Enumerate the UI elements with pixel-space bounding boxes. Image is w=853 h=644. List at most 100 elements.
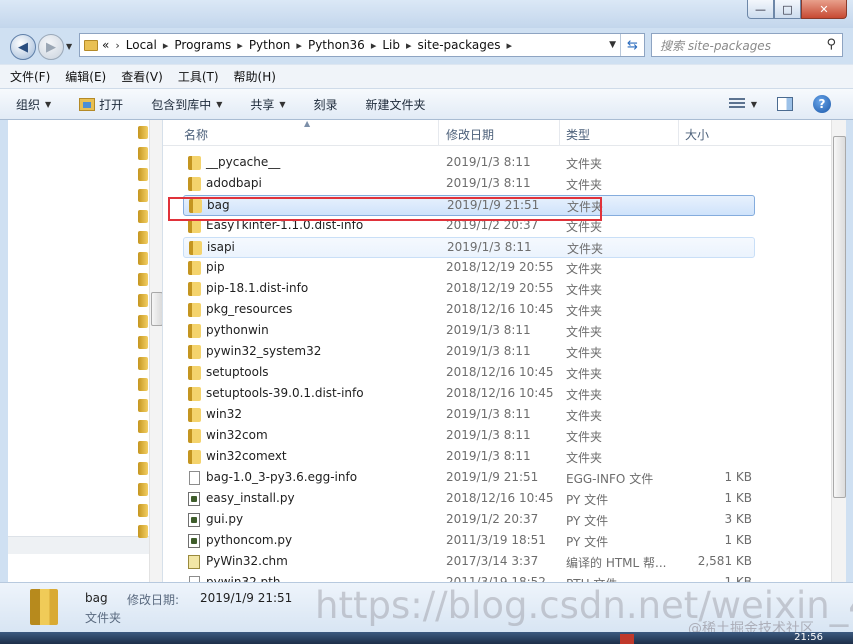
file-row[interactable]: pywin32_system32 2019/1/3 8:11 文件夹	[183, 342, 755, 363]
nav-folder-icon[interactable]	[138, 420, 148, 433]
breadcrumb-item[interactable]: Python36	[308, 38, 365, 52]
forward-button[interactable]: ▶	[38, 34, 64, 60]
taskbar-app-icon[interactable]	[620, 634, 634, 644]
minimize-button[interactable]: —	[747, 0, 774, 19]
change-view-icon[interactable]	[728, 98, 745, 110]
navigation-scrollbar-thumb[interactable]	[151, 292, 162, 326]
nav-folder-icon[interactable]	[138, 315, 148, 328]
burn-button[interactable]: 刻录	[314, 96, 338, 113]
new-folder-button[interactable]: 新建文件夹	[366, 96, 426, 113]
nav-folder-icon[interactable]	[138, 231, 148, 244]
address-history-dropdown[interactable]: ▼	[609, 40, 616, 50]
file-row[interactable]: __pycache__ 2019/1/3 8:11 文件夹	[183, 153, 755, 174]
breadcrumb-item[interactable]: Programs	[174, 38, 231, 52]
file-row[interactable]: win32com 2019/1/3 8:11 文件夹	[183, 426, 755, 447]
view-options-dropdown[interactable]: ▼	[751, 100, 757, 109]
chevron-right-icon[interactable]: ▸	[506, 39, 512, 52]
breadcrumb-item[interactable]: Local	[126, 38, 157, 52]
nav-folder-icon[interactable]	[138, 483, 148, 496]
navigation-pane[interactable]	[8, 120, 163, 582]
folder-icon	[188, 261, 201, 275]
column-divider[interactable]	[678, 120, 679, 146]
file-row[interactable]: pip-18.1.dist-info 2018/12/19 20:55 文件夹	[183, 279, 755, 300]
chevron-right-icon[interactable]: ▸	[163, 39, 169, 52]
nav-folder-icon[interactable]	[138, 504, 148, 517]
nav-folder-icon[interactable]	[138, 357, 148, 370]
nav-folder-icon[interactable]	[138, 210, 148, 223]
close-button[interactable]: ✕	[801, 0, 847, 19]
nav-folder-icon[interactable]	[138, 126, 148, 139]
file-row[interactable]: pythonwin 2019/1/3 8:11 文件夹	[183, 321, 755, 342]
file-row[interactable]: setuptools-39.0.1.dist-info 2018/12/16 10…	[183, 384, 755, 405]
file-type: 文件夹	[566, 178, 603, 192]
search-icon[interactable]: ⚲	[826, 37, 836, 52]
file-row[interactable]: bag-1.0_3-py3.6.egg-info 2019/1/9 21:51 EG…	[183, 468, 755, 489]
nav-folder-icon[interactable]	[138, 441, 148, 454]
file-list-pane[interactable]: ▲ 名称 修改日期 类型 大小 __pycache__ 2019/1/3 8:11…	[163, 120, 846, 582]
menu-file[interactable]: 文件(F)	[10, 68, 50, 85]
file-row[interactable]: PyWin32.chm 2017/3/14 3:37 编译的 HTML 帮... 2,…	[183, 552, 755, 573]
chevron-right-icon[interactable]: ▸	[406, 39, 412, 52]
file-row[interactable]: win32comext 2019/1/3 8:11 文件夹	[183, 447, 755, 468]
file-row[interactable]: easy_install.py 2018/12/16 10:45 PY 文件 1 KB	[183, 489, 755, 510]
nav-folder-icon[interactable]	[138, 525, 148, 538]
back-button[interactable]: ◀	[10, 34, 36, 60]
menu-tools[interactable]: 工具(T)	[178, 68, 219, 85]
file-row[interactable]: pythoncom.py 2011/3/19 18:51 PY 文件 1 KB	[183, 531, 755, 552]
search-box[interactable]: 搜索 site-packages ⚲	[651, 33, 843, 57]
file-row[interactable]: setuptools 2018/12/16 10:45 文件夹	[183, 363, 755, 384]
nav-folder-icon[interactable]	[138, 147, 148, 160]
column-date[interactable]: 修改日期	[446, 126, 494, 143]
preview-pane-icon[interactable]	[777, 97, 793, 111]
menu-edit[interactable]: 编辑(E)	[65, 68, 106, 85]
file-row[interactable]: pywin32.pth 2011/3/19 18:52 PTH 文件 1 KB	[183, 573, 755, 582]
nav-folder-icon[interactable]	[138, 294, 148, 307]
file-list-scrollbar[interactable]	[831, 120, 846, 582]
share-button[interactable]: 共享 ▼	[250, 96, 285, 113]
nav-folder-icon[interactable]	[138, 462, 148, 475]
breadcrumb-item[interactable]: site-packages	[418, 38, 501, 52]
chevron-right-icon[interactable]: ▸	[371, 39, 377, 52]
nav-folder-icon[interactable]	[138, 168, 148, 181]
menu-view[interactable]: 查看(V)	[121, 68, 163, 85]
nav-folder-icon[interactable]	[138, 273, 148, 286]
breadcrumb-item[interactable]: Python	[249, 38, 291, 52]
nav-folder-icon[interactable]	[138, 336, 148, 349]
nav-folder-icon[interactable]	[138, 189, 148, 202]
breadcrumb-item[interactable]: Lib	[382, 38, 400, 52]
menu-help[interactable]: 帮助(H)	[234, 68, 276, 85]
column-size[interactable]: 大小	[685, 126, 709, 143]
file-row[interactable]: pip 2018/12/19 20:55 文件夹	[183, 258, 755, 279]
file-row[interactable]: gui.py 2019/1/2 20:37 PY 文件 3 KB	[183, 510, 755, 531]
file-list-scrollbar-thumb[interactable]	[833, 136, 846, 498]
breadcrumb-overflow[interactable]: «	[102, 38, 109, 52]
refresh-icon: ⇆	[627, 37, 638, 53]
file-date: 2011/3/19 18:51	[446, 533, 546, 547]
address-bar[interactable]: « › Local ▸ Programs ▸ Python ▸ Python36…	[79, 33, 645, 57]
file-row[interactable]: isapi 2019/1/3 8:11 文件夹	[183, 237, 755, 258]
column-name[interactable]: 名称	[184, 126, 208, 143]
file-row[interactable]: pkg_resources 2018/12/16 10:45 文件夹	[183, 300, 755, 321]
file-date: 2018/12/19 20:55	[446, 281, 554, 295]
help-icon[interactable]: ?	[813, 95, 831, 113]
file-row[interactable]: adodbapi 2019/1/3 8:11 文件夹	[183, 174, 755, 195]
maximize-button[interactable]: □	[774, 0, 801, 19]
nav-folder-icon[interactable]	[138, 252, 148, 265]
navigation-scrollbar[interactable]	[149, 120, 162, 582]
navigation-horizontal-scrollbar[interactable]	[8, 536, 149, 554]
chevron-right-icon[interactable]: ▸	[296, 39, 302, 52]
file-size: 3 KB	[724, 512, 752, 526]
file-date: 2018/12/16 10:45	[446, 302, 554, 316]
nav-folder-icon[interactable]	[138, 378, 148, 391]
column-type[interactable]: 类型	[566, 126, 590, 143]
column-divider[interactable]	[559, 120, 560, 146]
recent-pages-dropdown[interactable]: ▼	[66, 42, 72, 51]
include-in-library-button[interactable]: 包含到库中 ▼	[151, 96, 222, 113]
nav-folder-icon[interactable]	[138, 399, 148, 412]
refresh-button[interactable]: ⇆	[620, 34, 644, 56]
organize-button[interactable]: 组织 ▼	[16, 96, 51, 113]
file-row[interactable]: win32 2019/1/3 8:11 文件夹	[183, 405, 755, 426]
column-divider[interactable]	[438, 120, 439, 146]
open-button[interactable]: 打开	[79, 96, 123, 113]
chevron-right-icon[interactable]: ▸	[237, 39, 243, 52]
